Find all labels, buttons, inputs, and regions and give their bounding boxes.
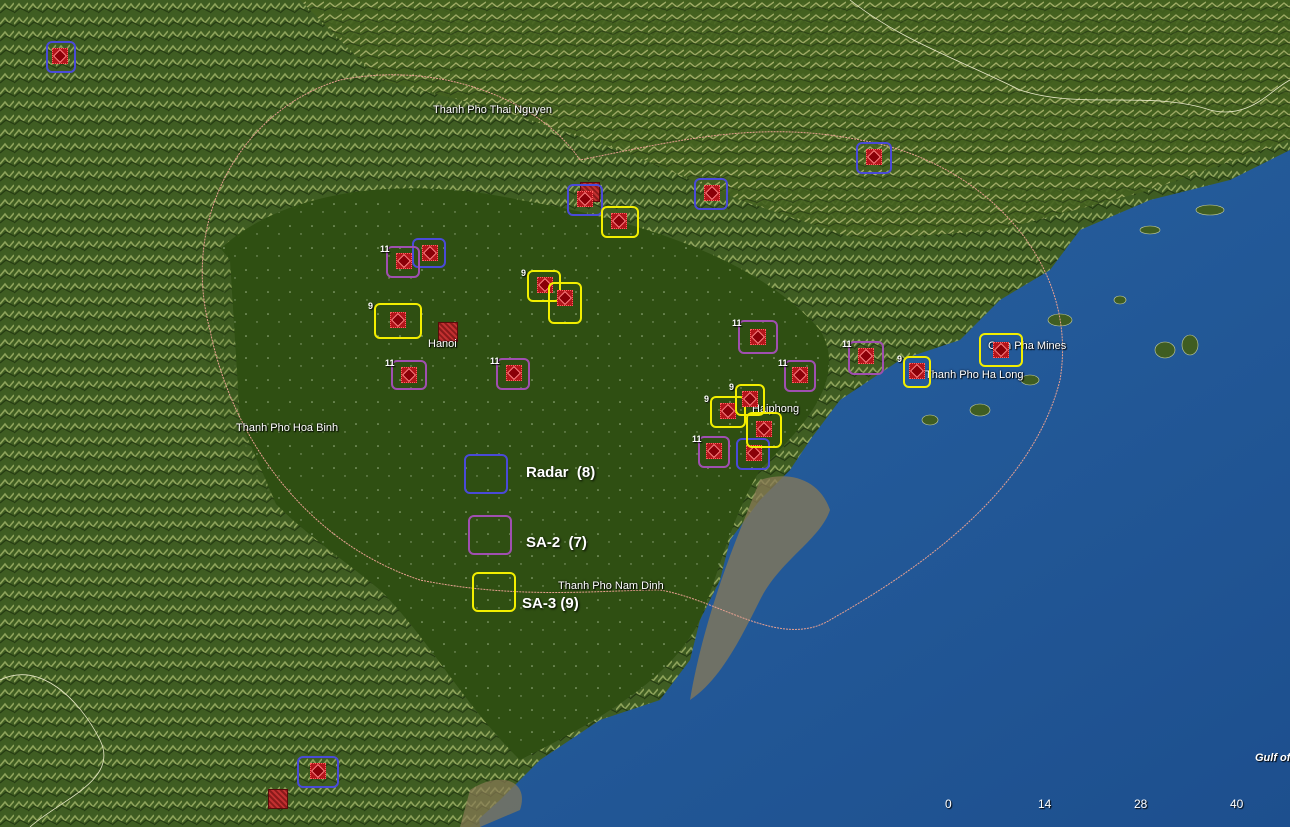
sam-unit-icon	[756, 421, 772, 437]
sam-unit-icon	[706, 443, 722, 459]
sam-unit-icon	[704, 185, 720, 201]
unit-count: 11	[380, 244, 390, 254]
sam-unit-icon	[577, 191, 593, 207]
sam-unit-icon	[557, 290, 573, 306]
sa2-site-haiphong-east[interactable]: 11	[778, 358, 816, 392]
legend-radar-swatch	[464, 454, 508, 494]
sa2-site-haiphong-north[interactable]: 11	[732, 318, 778, 354]
sam-unit-icon	[866, 149, 882, 165]
sam-unit-icon	[396, 253, 412, 269]
city-label-nam-dinh: Thanh Pho Nam Dinh	[558, 580, 664, 592]
radar-site-northeast[interactable]	[856, 142, 892, 174]
legend-sa2-swatch	[468, 515, 512, 555]
sa3-site-central-b[interactable]	[548, 282, 582, 324]
sam-unit-icon	[742, 391, 758, 407]
scale-tick-40: 40	[1230, 797, 1244, 811]
terrain-layer	[0, 0, 1290, 827]
unit-count: 11	[842, 339, 852, 349]
sa3-site-cam-pha[interactable]	[979, 333, 1023, 367]
sam-unit-icon	[858, 348, 874, 364]
radar-site-north-central[interactable]	[694, 178, 728, 210]
city-label-thai-nguyen: Thanh Pho Thai Nguyen	[433, 104, 553, 116]
city-label-ha-long: Thanh Pho Ha Long	[925, 369, 1024, 381]
scale-tick-14: 14	[1038, 797, 1052, 811]
unit-count: 9	[368, 301, 374, 311]
sa3-site-north[interactable]	[601, 206, 639, 238]
sam-unit-icon	[422, 245, 438, 261]
unit-count: 9	[521, 268, 527, 278]
unit-count: 9	[704, 394, 710, 404]
legend-radar-label: Radar (8)	[526, 464, 596, 481]
water-label-gulf: Gulf of	[1255, 752, 1290, 764]
sam-unit-icon	[909, 363, 925, 379]
unit-count: 9	[729, 382, 735, 392]
sa2-site-haiphong-south[interactable]: 11	[692, 434, 730, 468]
radar-site-north[interactable]	[567, 184, 603, 216]
sam-unit-icon	[611, 213, 627, 229]
sam-unit-icon	[792, 367, 808, 383]
scale-tick-28: 28	[1134, 797, 1148, 811]
unit-count: 11	[732, 318, 742, 328]
legend-sa2-label: SA-2 (7)	[526, 534, 587, 551]
city-label-hanoi: Hanoi	[428, 338, 457, 350]
sa2-site-hanoi-north[interactable]: 11	[380, 244, 420, 278]
radar-site-south[interactable]	[297, 756, 339, 788]
legend-sa3-label: SA-3 (9)	[522, 595, 579, 612]
unit-count: 9	[897, 354, 903, 364]
sa3-site-haiphong-east[interactable]	[746, 412, 782, 448]
sam-unit-icon	[52, 48, 68, 64]
sa3-site-ha-long[interactable]: 9	[897, 354, 931, 388]
sam-unit-icon	[310, 763, 326, 779]
legend-sa3-swatch	[472, 572, 516, 612]
unit-count: 11	[490, 356, 500, 366]
sam-unit-icon	[720, 403, 736, 419]
city-label-hoa-binh: Thanh Pho Hoa Binh	[236, 422, 339, 434]
sa3-site-hanoi-west[interactable]: 9	[368, 301, 422, 339]
sam-unit-icon	[401, 367, 417, 383]
sam-unit-icon	[993, 342, 1009, 358]
radar-site-northwest[interactable]	[46, 41, 76, 73]
sa2-site-ha-long-west[interactable]: 11	[842, 339, 884, 375]
unit-count: 11	[692, 434, 702, 444]
sa2-site-hanoi-east[interactable]: 11	[490, 356, 530, 390]
unit-count: 11	[778, 358, 788, 368]
sam-unit-icon	[390, 312, 406, 328]
map-view[interactable]: Thanh Pho Thai Nguyen Hanoi Thanh Pho Ho…	[0, 0, 1290, 827]
scale-tick-0: 0	[945, 797, 952, 811]
unit-count: 11	[385, 358, 395, 368]
sam-unit-icon	[750, 329, 766, 345]
depot-south-icon	[268, 789, 288, 809]
sam-unit-icon	[506, 365, 522, 381]
sa2-site-hanoi-south[interactable]: 11	[385, 358, 427, 390]
